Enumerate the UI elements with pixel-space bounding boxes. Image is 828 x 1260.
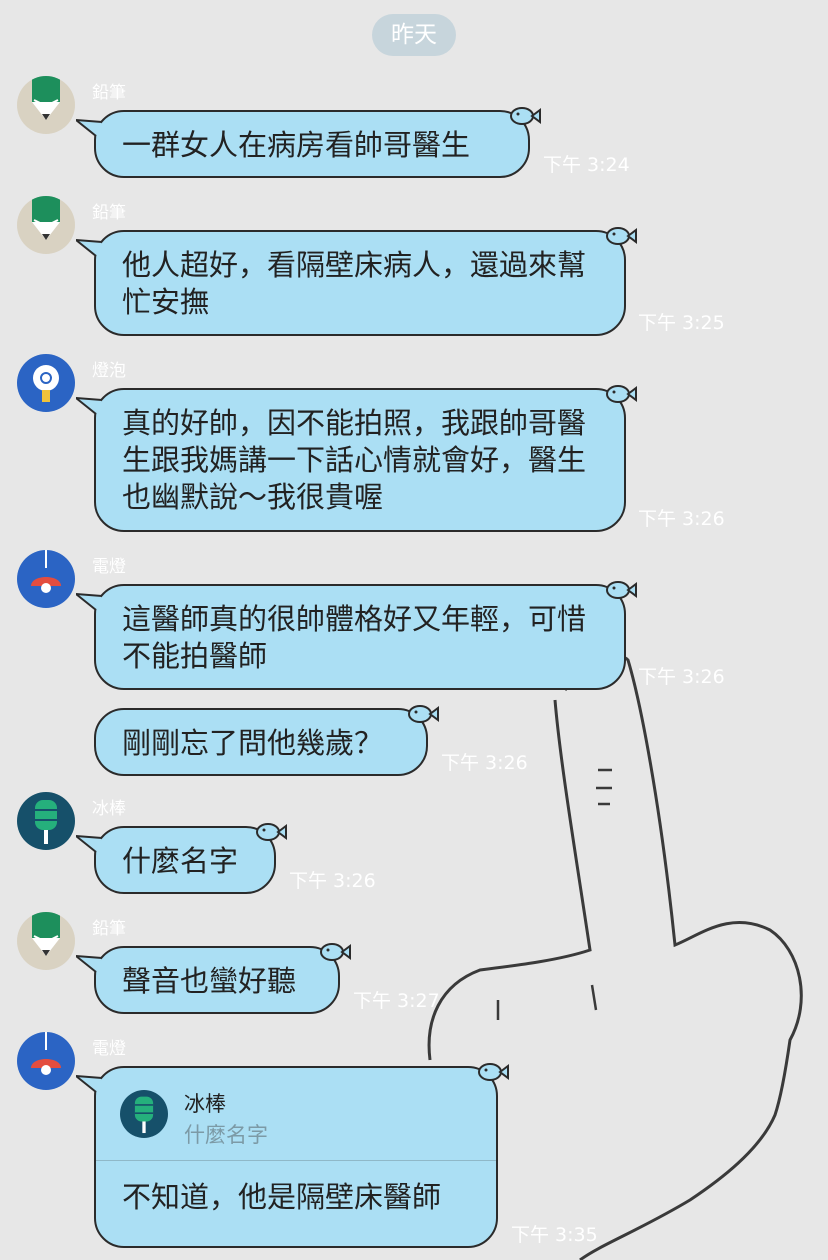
message-text: 他人超好，看隔壁床病人，還過來幫忙安撫 bbox=[122, 248, 587, 319]
message-time: 下午 3:35 bbox=[511, 1224, 598, 1246]
fish-sticker-icon bbox=[408, 705, 439, 723]
bubble-tail-icon bbox=[76, 396, 102, 415]
message-time: 下午 3:27 bbox=[353, 990, 440, 1012]
quoted-sender: 冰棒 bbox=[184, 1092, 226, 1116]
message-text: 什麼名字 bbox=[122, 844, 239, 878]
message-text: 不知道，他是隔壁床醫師 bbox=[122, 1180, 442, 1214]
sender-name: 電燈 bbox=[92, 557, 126, 577]
date-divider: 昨天 bbox=[372, 14, 456, 56]
message-text: 這醫師真的很帥體格好又年輕，可惜不能拍醫師 bbox=[122, 602, 587, 673]
bubble-tail-icon bbox=[76, 1074, 102, 1093]
message-bubble[interactable]: 他人超好，看隔壁床病人，還過來幫忙安撫 bbox=[76, 227, 637, 336]
message-time: 下午 3:24 bbox=[543, 154, 630, 176]
pencil-avatar-icon[interactable] bbox=[17, 912, 75, 970]
message-bubble[interactable]: 聲音也蠻好聽 bbox=[76, 943, 351, 1014]
message-time: 下午 3:26 bbox=[289, 870, 376, 892]
bubble-tail-icon bbox=[76, 118, 102, 137]
lamp-avatar-icon[interactable] bbox=[17, 550, 75, 608]
bubble-tail-icon bbox=[76, 954, 102, 973]
sender-name: 冰棒 bbox=[92, 799, 126, 819]
message-text: 一群女人在病房看帥哥醫生 bbox=[122, 128, 471, 162]
fish-sticker-icon bbox=[320, 943, 351, 961]
fish-sticker-icon bbox=[606, 227, 637, 245]
sender-name: 鉛筆 bbox=[92, 919, 126, 939]
message-bubble[interactable]: 這醫師真的很帥體格好又年輕，可惜不能拍醫師 bbox=[76, 581, 637, 690]
reply-message-bubble[interactable]: 冰棒 什麼名字 不知道，他是隔壁床醫師 bbox=[76, 1063, 509, 1248]
message-text: 真的好帥，因不能拍照，我跟帥哥醫生跟我媽講一下話心情就會好，醫生也幽默說～我很貴… bbox=[122, 406, 587, 514]
fish-sticker-icon bbox=[478, 1063, 509, 1081]
sender-name: 鉛筆 bbox=[92, 83, 126, 103]
pencil-avatar-icon[interactable] bbox=[17, 196, 75, 254]
message-time: 下午 3:26 bbox=[441, 752, 528, 774]
bubble-tail-icon bbox=[76, 834, 102, 853]
quoted-text: 什麼名字 bbox=[184, 1123, 268, 1147]
sender-name: 鉛筆 bbox=[92, 203, 126, 223]
message-bubble[interactable]: 剛剛忘了問他幾歲？ bbox=[94, 705, 439, 776]
message-text: 剛剛忘了問他幾歲？ bbox=[122, 726, 384, 760]
fish-sticker-icon bbox=[606, 581, 637, 599]
message-time: 下午 3:26 bbox=[638, 666, 725, 688]
message-text: 聲音也蠻好聽 bbox=[122, 964, 297, 998]
quoted-message[interactable]: 冰棒 什麼名字 bbox=[96, 1068, 496, 1161]
fish-sticker-icon bbox=[510, 107, 541, 125]
sender-name: 燈泡 bbox=[92, 361, 126, 381]
popsicle-avatar-icon bbox=[120, 1090, 168, 1138]
message-time: 下午 3:25 bbox=[638, 312, 725, 334]
message-time: 下午 3:26 bbox=[638, 508, 725, 530]
message-bubble[interactable]: 真的好帥，因不能拍照，我跟帥哥醫生跟我媽講一下話心情就會好，醫生也幽默說～我很貴… bbox=[76, 385, 637, 532]
sender-name: 電燈 bbox=[92, 1039, 126, 1059]
bubble-tail-icon bbox=[76, 238, 102, 257]
message-bubble[interactable]: 什麼名字 bbox=[76, 823, 287, 894]
message-bubble[interactable]: 一群女人在病房看帥哥醫生 bbox=[76, 107, 541, 178]
popsicle-avatar-icon[interactable] bbox=[17, 792, 75, 850]
lightbulb-avatar-icon[interactable] bbox=[17, 354, 75, 412]
fish-sticker-icon bbox=[256, 823, 287, 841]
lamp-avatar-icon[interactable] bbox=[17, 1032, 75, 1090]
bubble-tail-icon bbox=[76, 592, 102, 611]
fish-sticker-icon bbox=[606, 385, 637, 403]
pencil-avatar-icon[interactable] bbox=[17, 76, 75, 134]
